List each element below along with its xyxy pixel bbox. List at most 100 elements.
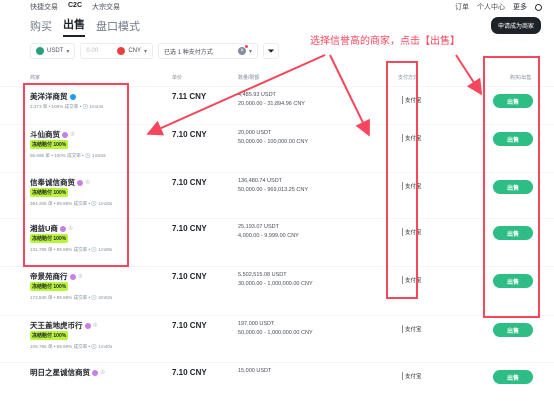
coin-select[interactable]: USDT ▾ xyxy=(30,43,76,59)
clear-icon[interactable]: × xyxy=(238,45,249,55)
limit-value: 50,000.00 - 969,013.25 CNY xyxy=(238,187,309,193)
crown-icon: ♔ xyxy=(92,323,98,329)
payment-method: 支付宝 xyxy=(402,228,422,236)
filter-funnel-icon[interactable]: ⏷ xyxy=(263,43,280,59)
amount-value: 197,000 USDT xyxy=(238,321,275,327)
sell-button[interactable]: 出售 xyxy=(493,94,533,108)
nav-profile[interactable]: 个人中心 xyxy=(477,2,505,12)
price: 7.11 CNY xyxy=(172,92,207,101)
merchant-name[interactable]: 天王盖地虎币行 xyxy=(30,320,83,331)
cny-icon xyxy=(117,47,126,55)
sell-button[interactable]: 出售 xyxy=(493,323,533,337)
annotation-text: 选择信誉高的商家，点击【出售】 xyxy=(310,36,460,47)
sell-button[interactable]: 出售 xyxy=(493,180,533,194)
payment-method: 支付宝 xyxy=(402,134,422,142)
sell-button[interactable]: 出售 xyxy=(493,226,533,240)
limit-value: 50,000.00 - 1,000,000.00 CNY xyxy=(238,330,313,336)
payment-method: 支付宝 xyxy=(402,182,422,190)
tab-orderbook-mode[interactable]: 盘口模式 xyxy=(96,18,140,37)
nav-more[interactable]: 更多 xyxy=(513,2,527,12)
table-row: 天王盖地虎币行 ♔ 冻结赔付 100% 109,785 单 • 99.99% 成交… xyxy=(0,315,554,359)
top-nav: 快捷交易 C2C 大宗交易 订单 个人中心 更多 xyxy=(0,0,554,14)
merchant-stats: 109,785 单 • 99.99% 成交率 • 🕒 1m40s xyxy=(30,344,113,349)
amount-value: 25,193.07 USDT xyxy=(238,224,279,230)
limit-value: 4,000.00 - 9,999.00 CNY xyxy=(238,233,299,239)
crown-icon: ♔ xyxy=(70,132,76,138)
trade-tabs: 购买 出售 盘口模式 xyxy=(30,16,140,37)
available-amount: 15,000 USDT xyxy=(238,367,271,376)
price: 7.10 CNY xyxy=(172,130,207,139)
guarantee-badge: 冻结赔付 100% xyxy=(30,188,69,197)
price: 7.10 CNY xyxy=(172,178,207,187)
payment-method: 支付宝 xyxy=(402,325,422,333)
guarantee-badge: 冻结赔付 100% xyxy=(30,234,69,243)
tab-buy[interactable]: 购买 xyxy=(30,18,52,37)
available-amount: 197,000 USDT 50,000.00 - 1,000,000.00 CNY xyxy=(238,320,313,338)
available-amount: 136,480.74 USDT 50,000.00 - 969,013.25 CN… xyxy=(238,177,308,195)
crown-icon: ♔ xyxy=(85,180,91,186)
amount-value: 5,502,515.08 USDT xyxy=(238,272,287,278)
available-amount: 20,000 USDT 50,000.00 - 100,000.00 CNY xyxy=(238,129,308,147)
merchant-stats: 131,796 单 • 99.98% 成交率 • 🕒 1m08s xyxy=(30,247,113,252)
amount-placeholder: 0.00 xyxy=(86,48,99,54)
payment-method: 支付宝 xyxy=(402,372,422,380)
merchant-stats: 95,695 单 • 100% 成交率 • 🕒 1m53s xyxy=(30,153,106,158)
nav-block-trade[interactable]: 大宗交易 xyxy=(92,2,120,12)
payment-method: 支付宝 xyxy=(402,276,422,284)
available-amount: 4,485.93 USDT 20,000.00 - 31,894.96 CNY xyxy=(238,91,305,109)
payment-method: 支付宝 xyxy=(402,96,422,104)
sell-button[interactable]: 出售 xyxy=(493,370,533,384)
tab-sell[interactable]: 出售 xyxy=(63,16,85,37)
header-price: 单价 xyxy=(172,75,183,81)
verified-icon xyxy=(77,179,83,186)
verified-icon xyxy=(59,225,66,232)
verified-icon xyxy=(84,322,91,329)
filter-bar: USDT ▾ 0.00 CNY ▾ 已选 1 种支付方式 × ▾ ⏷ xyxy=(30,43,280,59)
merchant-name[interactable]: 美洋洋商贸 xyxy=(30,91,68,102)
guarantee-badge: 冻结赔付 100% xyxy=(30,282,69,291)
available-amount: 5,502,515.08 USDT 30,000.00 - 1,000,000.0… xyxy=(238,271,313,289)
available-amount: 25,193.07 USDT 4,000.00 - 9,999.00 CNY xyxy=(238,223,299,241)
sell-button[interactable]: 出售 xyxy=(493,274,533,288)
amount-value: 4,485.93 USDT xyxy=(238,92,276,98)
price: 7.10 CNY xyxy=(172,224,207,233)
amount-value: 20,000 USDT xyxy=(238,130,272,136)
chevron-down-icon: ▾ xyxy=(249,48,253,55)
fiat-select-value[interactable]: CNY xyxy=(128,48,141,54)
table-row: 帝景苑商行 ♔ 冻结赔付 100% 173,840 单 • 99.98% 成交率 … xyxy=(0,266,554,310)
table-row: 湘益U商 ♔ 冻结赔付 100% 131,796 单 • 99.98% 成交率 •… xyxy=(0,218,554,262)
nav-c2c[interactable]: C2C xyxy=(68,2,82,12)
amount-value: 15,000 USDT xyxy=(238,368,272,374)
table-row: 斗仙商贸 ♔ 冻结赔付 100% 95,695 单 • 100% 成交率 • 🕒 … xyxy=(0,124,554,168)
search-icon[interactable] xyxy=(535,3,542,11)
table-row: 信奉诚信商贸 ♔ 冻结赔付 100% 394,205 单 • 99.98% 成交率… xyxy=(0,172,554,216)
crown-icon: ♔ xyxy=(67,226,74,232)
merchant-stats: 173,840 单 • 99.98% 成交率 • 🕒 2m02s xyxy=(30,295,113,300)
merchant-name[interactable]: 斗仙商贸 xyxy=(30,129,60,140)
verified-icon xyxy=(92,369,98,376)
merchant-stats: 394,205 单 • 99.98% 成交率 • 🕒 1m26s xyxy=(30,201,113,206)
guarantee-badge: 冻结赔付 100% xyxy=(30,331,69,340)
chevron-down-icon: ▾ xyxy=(66,48,70,55)
coin-select-value: USDT xyxy=(47,48,64,54)
limit-value: 20,000.00 - 31,894.96 CNY xyxy=(238,101,305,107)
header-action: 购买/出售 xyxy=(510,75,532,81)
limit-value: 50,000.00 - 100,000.00 CNY xyxy=(238,139,309,145)
merchant-name[interactable]: 明日之星诚信商贸 xyxy=(30,367,90,378)
nav-quick-trade[interactable]: 快捷交易 xyxy=(30,2,58,12)
merchant-name[interactable]: 信奉诚信商贸 xyxy=(30,177,75,188)
header-merchant: 商家 xyxy=(30,75,41,81)
crown-icon: ♔ xyxy=(100,370,106,376)
apply-merchant-button[interactable]: 申请成为商家 xyxy=(490,17,541,34)
limit-value: 30,000.00 - 1,000,000.00 CNY xyxy=(238,281,313,287)
merchant-name[interactable]: 帝景苑商行 xyxy=(30,271,68,282)
payment-select-value: 已选 1 种支付方式 xyxy=(164,49,213,56)
amount-value: 136,480.74 USDT xyxy=(238,178,283,184)
sell-button[interactable]: 出售 xyxy=(493,132,533,146)
amount-input[interactable]: 0.00 CNY ▾ xyxy=(80,43,154,59)
payment-select[interactable]: 已选 1 种支付方式 × ▾ xyxy=(158,43,259,59)
nav-orders[interactable]: 订单 xyxy=(455,2,469,12)
verified-icon xyxy=(69,93,76,100)
merchant-name[interactable]: 湘益U商 xyxy=(30,223,58,234)
header-payment: 支付方式 xyxy=(398,75,419,81)
